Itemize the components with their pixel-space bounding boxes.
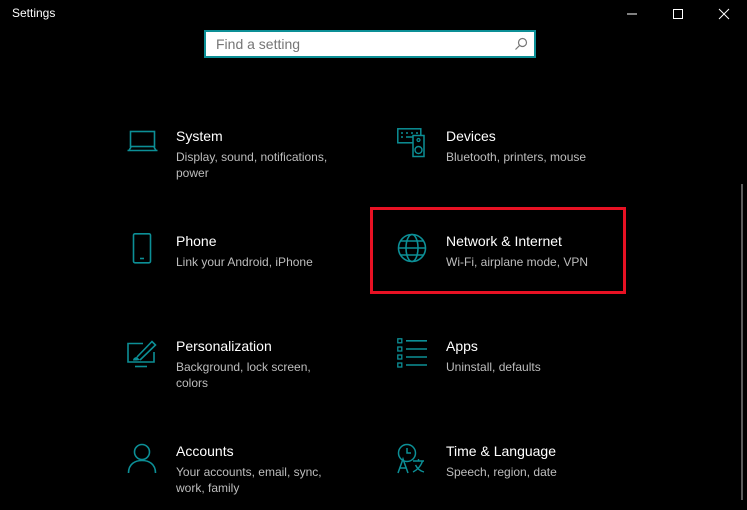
maximize-button[interactable]: [655, 0, 701, 28]
tile-phone-name: Phone: [176, 233, 217, 249]
search-input[interactable]: [206, 32, 516, 56]
person-icon: [127, 443, 157, 474]
tile-phone-desc: Link your Android, iPhone: [176, 255, 313, 269]
tile-accounts[interactable]: Accounts Your accounts, email, sync, wor…: [127, 443, 367, 503]
tile-apps-name: Apps: [446, 338, 478, 354]
laptop-icon: [127, 130, 158, 152]
close-icon: [718, 8, 730, 20]
close-button[interactable]: [701, 0, 747, 28]
time-language-icon: [397, 443, 425, 474]
tile-apps[interactable]: Apps Uninstall, defaults: [397, 338, 637, 383]
search-icon[interactable]: [514, 37, 528, 56]
tile-accounts-desc: Your accounts, email, sync, work, family: [176, 465, 322, 495]
tile-system-name: System: [176, 128, 223, 144]
tile-network-internet-name: Network & Internet: [446, 233, 562, 249]
phone-icon: [132, 233, 152, 264]
tile-time-language-name: Time & Language: [446, 443, 556, 459]
globe-icon: [397, 233, 427, 263]
scrollbar[interactable]: [741, 184, 743, 500]
tile-system-desc: Display, sound, notifications, power: [176, 150, 328, 180]
minimize-button[interactable]: [609, 0, 655, 28]
tile-personalization[interactable]: Personalization Background, lock screen,…: [127, 338, 367, 390]
tile-personalization-desc: Background, lock screen, colors: [176, 360, 311, 390]
tile-time-language-desc: Speech, region, date: [446, 465, 557, 479]
window-title: Settings: [12, 6, 56, 20]
maximize-icon: [673, 9, 683, 19]
tile-system[interactable]: System Display, sound, notifications, po…: [127, 128, 367, 188]
tile-network-internet[interactable]: Network & Internet Wi-Fi, airplane mode,…: [397, 233, 637, 278]
keyboard-speaker-icon: [397, 128, 425, 158]
title-bar: Settings: [0, 0, 747, 28]
minimize-icon: [627, 13, 637, 15]
tile-apps-desc: Uninstall, defaults: [446, 360, 541, 374]
tile-personalization-name: Personalization: [176, 338, 272, 354]
paintbrush-icon: [127, 340, 157, 368]
tile-accounts-name: Accounts: [176, 443, 234, 459]
search-box: [204, 30, 536, 58]
tile-time-language[interactable]: Time & Language Speech, region, date: [397, 443, 637, 488]
tile-devices[interactable]: Devices Bluetooth, printers, mouse: [397, 128, 637, 173]
list-icon: [397, 338, 427, 368]
tile-devices-desc: Bluetooth, printers, mouse: [446, 150, 587, 164]
tile-devices-name: Devices: [446, 128, 496, 144]
tile-phone[interactable]: Phone Link your Android, iPhone: [127, 233, 367, 278]
tile-network-internet-desc: Wi-Fi, airplane mode, VPN: [446, 255, 589, 269]
